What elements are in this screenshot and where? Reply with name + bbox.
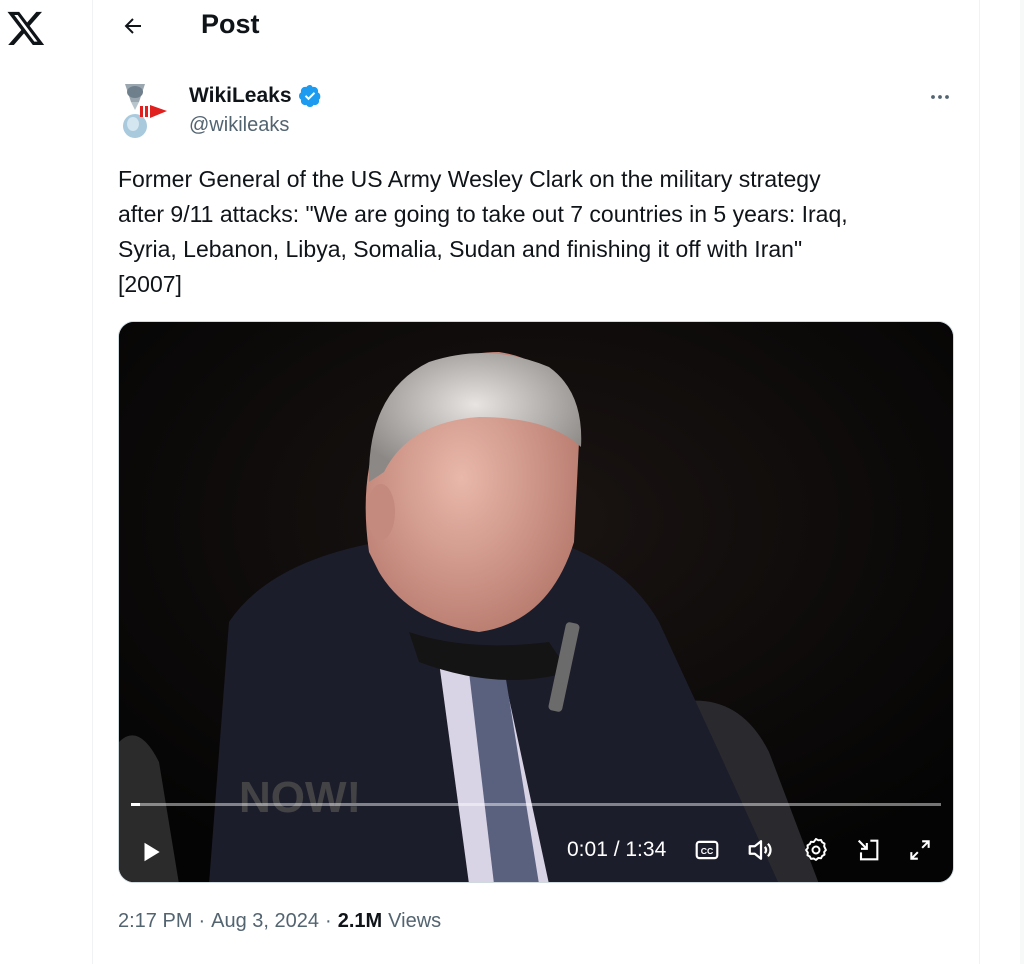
post-text: Former General of the US Army Wesley Cla…	[118, 166, 848, 297]
more-options-icon[interactable]	[925, 82, 955, 112]
page-header: Post	[93, 0, 979, 54]
left-nav-rail	[0, 0, 92, 964]
picture-in-picture-icon[interactable]	[851, 833, 885, 867]
volume-icon[interactable]	[743, 833, 779, 867]
video-time: 0:01 / 1:34	[567, 838, 667, 861]
x-logo-icon[interactable]	[6, 8, 46, 48]
post-time[interactable]: 2:17 PM	[118, 910, 192, 933]
page-title: Post	[201, 9, 260, 39]
settings-gear-icon[interactable]	[799, 833, 833, 867]
post-meta: 2:17 PM · Aug 3, 2024 · 2.1M Views	[118, 910, 441, 933]
verified-badge-icon[interactable]	[298, 84, 322, 108]
author-row: WikiLeaks	[189, 84, 322, 108]
video-frame: NOW!	[119, 322, 953, 882]
progress-bar[interactable]	[131, 803, 941, 806]
author-name[interactable]: WikiLeaks	[189, 84, 292, 108]
svg-text:NOW!: NOW!	[239, 773, 361, 822]
play-icon[interactable]	[133, 834, 169, 870]
views-count: 2.1M	[337, 910, 383, 932]
arrow-left-icon[interactable]	[115, 8, 151, 44]
closed-captions-icon[interactable]: CC	[691, 834, 723, 866]
meta-separator: ·	[198, 910, 206, 932]
video-player[interactable]: NOW! 0:01 / 1:34 CC	[118, 321, 954, 883]
right-sidebar-edge	[1020, 0, 1024, 964]
progress-fill	[131, 803, 140, 806]
author-handle[interactable]: @wikileaks	[189, 114, 289, 137]
meta-separator: ·	[325, 910, 332, 932]
avatar[interactable]	[117, 80, 179, 142]
post-column: Post WikiLeaks @wikileaks Former General…	[92, 0, 980, 964]
post-date[interactable]: Aug 3, 2024	[211, 910, 319, 933]
views-label: Views	[388, 910, 442, 932]
fullscreen-icon[interactable]	[903, 833, 937, 867]
svg-text:CC: CC	[701, 846, 714, 856]
